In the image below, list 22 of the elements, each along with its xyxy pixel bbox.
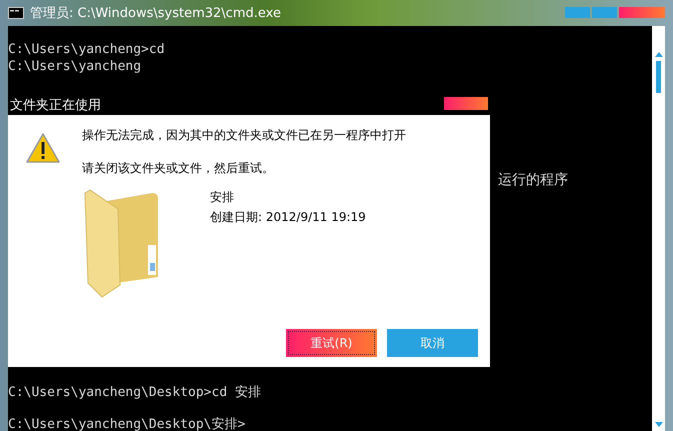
scroll-thumb[interactable] <box>656 61 661 93</box>
close-button[interactable] <box>444 97 488 110</box>
minimize-button[interactable] <box>565 7 590 18</box>
creation-date: 创建日期: 2012/9/11 19:19 <box>210 209 366 226</box>
scrollbar[interactable] <box>652 26 665 431</box>
console-line: C:\Users\yancheng\Desktop>cd 安排 <box>8 384 262 401</box>
instruction-text: 请关闭该文件夹或文件，然后重试。 <box>82 160 275 177</box>
close-button[interactable] <box>619 7 665 18</box>
console-icon <box>8 7 24 19</box>
retry-button[interactable]: 重试(R) <box>286 329 377 357</box>
console-line: C:\Users\yancheng <box>8 58 142 75</box>
folder-name: 安排 <box>210 189 235 206</box>
console-line: C:\Users\yancheng>cd <box>8 41 166 58</box>
maximize-button[interactable] <box>592 7 617 18</box>
console-text: 运行的程序 <box>498 171 569 189</box>
warning-icon <box>26 133 60 163</box>
window-title: 管理员: C:\Windows\system32\cmd.exe <box>30 5 281 22</box>
console-line: C:\Users\yancheng\Desktop\安排> <box>8 416 246 431</box>
dialog-title: 文件夹正在使用 <box>10 97 101 114</box>
error-message: 操作无法完成，因为其中的文件夹或文件已在另一程序中打开 <box>82 127 406 144</box>
cancel-button[interactable]: 取消 <box>387 329 478 357</box>
scroll-down-icon[interactable] <box>654 422 662 427</box>
